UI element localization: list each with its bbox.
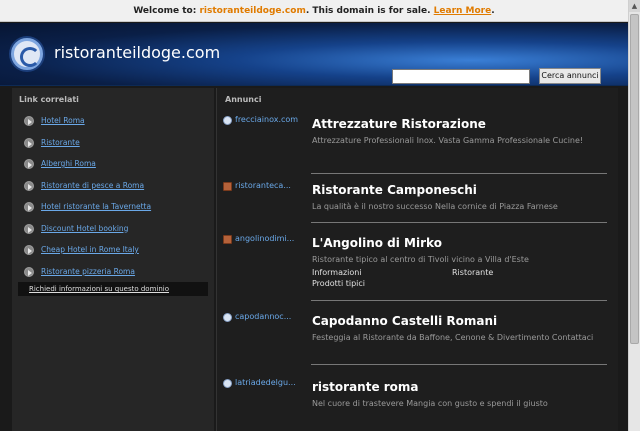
- ad-title-link[interactable]: Capodanno Castelli Romani: [312, 314, 497, 328]
- sidebar-item-label[interactable]: Ristorante pizzeria Roma: [41, 267, 135, 276]
- ads-title: Annunci: [225, 95, 262, 104]
- domain-info-request[interactable]: Richiedi informazioni su questo dominio: [18, 282, 208, 296]
- site-header: ristoranteildoge.com Cerca annunci: [0, 23, 628, 86]
- banner-prefix: Welcome to:: [133, 6, 197, 16]
- arrow-bullet-icon: [24, 223, 34, 234]
- ad-source-link[interactable]: frecciainox.com: [235, 115, 311, 124]
- learn-more-link[interactable]: Learn More: [434, 6, 492, 16]
- sidebar-item-label[interactable]: Ristorante: [41, 138, 80, 147]
- sidebar-item-cheap-hotel[interactable]: Cheap Hotel in Rome Italy: [18, 241, 208, 259]
- site-thumbnail-icon: [223, 235, 232, 244]
- search-input[interactable]: [392, 69, 530, 84]
- sidebar-item-hotel-ristorante[interactable]: Hotel ristorante la Tavernetta: [18, 198, 208, 216]
- sidebar-item-label[interactable]: Hotel Roma: [41, 116, 85, 125]
- scrollbar-thumb[interactable]: [630, 14, 639, 344]
- banner-domain: ristoranteildoge.com: [199, 6, 306, 16]
- arrow-bullet-icon: [24, 116, 34, 126]
- ad-title-link[interactable]: Ristorante Camponeschi: [312, 183, 477, 197]
- banner-end: .: [491, 6, 495, 16]
- sidebar-item-label[interactable]: Alberghi Roma: [41, 159, 96, 168]
- ad-description: Festeggia al Ristorante da Baffone, Ceno…: [312, 333, 594, 342]
- arrow-bullet-icon: [24, 266, 34, 277]
- ad-source-link[interactable]: capodannoc...: [235, 312, 311, 321]
- globe-icon: [223, 379, 232, 388]
- ad-source-link[interactable]: ristoranteca...: [235, 181, 311, 190]
- ad-sublink-informazioni[interactable]: Informazioni: [312, 268, 362, 277]
- site-name: ristoranteildoge.com: [54, 43, 221, 62]
- sidebar-item-alberghi-roma[interactable]: Alberghi Roma: [18, 155, 208, 173]
- site-thumbnail-icon: [223, 182, 232, 191]
- banner-suffix: . This domain is for sale.: [305, 6, 431, 16]
- ad-description: Ristorante tipico al centro di Tivoli vi…: [312, 255, 529, 264]
- sidebar-item-hotel-roma[interactable]: Hotel Roma: [18, 112, 208, 130]
- sidebar-item-ristorante-pizzeria[interactable]: Ristorante pizzeria Roma: [18, 263, 208, 281]
- sidebar-item-discount-hotel[interactable]: Discount Hotel booking: [18, 220, 208, 238]
- scroll-up-arrow-icon[interactable]: ▲: [629, 0, 640, 12]
- ad-title-link[interactable]: L'Angolino di Mirko: [312, 236, 442, 250]
- arrow-bullet-icon: [24, 159, 34, 169]
- sidebar-item-label[interactable]: Hotel ristorante la Tavernetta: [41, 202, 151, 211]
- arrow-bullet-icon: [24, 245, 34, 255]
- ad-title-link[interactable]: Attrezzature Ristorazione: [312, 117, 486, 131]
- sidebar-item-label[interactable]: Cheap Hotel in Rome Italy: [41, 245, 139, 254]
- ad-divider: [311, 173, 607, 174]
- related-links-sidebar: Link correlati Hotel Roma Ristorante Alb…: [12, 88, 214, 431]
- sidebar-title: Link correlati: [19, 95, 79, 104]
- arrow-bullet-icon: [24, 180, 34, 191]
- ad-description: Attrezzature Professionali Inox. Vasta G…: [312, 136, 584, 145]
- domain-info-link[interactable]: Richiedi informazioni su questo dominio: [29, 285, 169, 293]
- sidebar-item-label[interactable]: Discount Hotel booking: [41, 224, 128, 233]
- ad-sublink-prodotti-tipici[interactable]: Prodotti tipici: [312, 279, 365, 288]
- arrow-bullet-icon: [24, 202, 34, 212]
- logo-icon: [11, 38, 43, 70]
- ad-divider: [311, 364, 607, 365]
- ad-source-link[interactable]: angolinodimi...: [235, 234, 311, 243]
- ads-section: Annunci frecciainox.com Attrezzature Ris…: [216, 88, 618, 431]
- ad-divider: [311, 300, 607, 301]
- sidebar-item-ristorante-di-pesce[interactable]: Ristorante di pesce a Roma: [18, 177, 208, 195]
- page-scrollbar[interactable]: ▲: [628, 0, 640, 431]
- arrow-bullet-icon: [24, 137, 34, 148]
- search-button[interactable]: Cerca annunci: [539, 68, 601, 84]
- ad-description: Nel cuore di trastevere Mangia con gusto…: [312, 399, 548, 408]
- ad-description: La qualità è il nostro successo Nella co…: [312, 202, 558, 211]
- sidebar-item-ristorante[interactable]: Ristorante: [18, 134, 208, 152]
- ad-divider: [311, 222, 607, 223]
- globe-icon: [223, 313, 232, 322]
- ad-sublink-ristorante[interactable]: Ristorante: [452, 268, 493, 277]
- ad-title-link[interactable]: ristorante roma: [312, 380, 419, 394]
- sidebar-item-label[interactable]: Ristorante di pesce a Roma: [41, 181, 144, 190]
- globe-icon: [223, 116, 232, 125]
- ad-source-link[interactable]: latriadedelgu...: [235, 378, 311, 387]
- domain-sale-banner: Welcome to: ristoranteildoge.com. This d…: [0, 0, 628, 22]
